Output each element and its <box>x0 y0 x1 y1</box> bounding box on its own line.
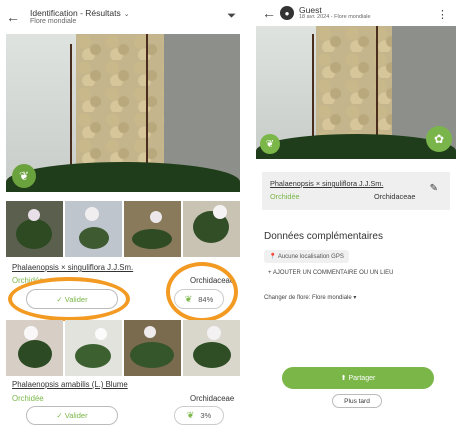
leaf-badge-icon: ❦ <box>260 134 280 154</box>
add-comment-link[interactable]: + AJOUTER UN COMMENTAIRE OU UN LIEU <box>268 270 393 276</box>
thumbnail[interactable] <box>6 320 63 376</box>
back-arrow-icon[interactable]: ← <box>6 9 24 25</box>
flora-subtitle: Flore mondiale <box>30 18 77 25</box>
change-flora-label: Changer de flore: Flore mondiale <box>264 295 352 301</box>
thumbnail[interactable] <box>124 201 181 257</box>
card-family: Orchidaceae <box>374 192 416 201</box>
location-text: Aucune localisation GPS <box>277 254 344 260</box>
observation-screen: ← ● Guest 18 avr. 2024 - Flore mondiale … <box>256 0 456 427</box>
leaf-badge-icon: ❦ <box>12 164 36 188</box>
section-title: Données complémentaires <box>264 231 383 242</box>
share-icon: ⬆ <box>340 375 349 382</box>
result-1-species[interactable]: Phalaenopsis × singuliflora J.J.Sm. <box>12 263 133 272</box>
share-label: Partager <box>348 374 376 382</box>
thumbnail[interactable] <box>6 201 63 257</box>
avatar-icon: ● <box>280 6 294 20</box>
confidence-score: ❦ 3% <box>174 406 224 425</box>
observation-date: 18 avr. 2024 - Flore mondiale <box>299 13 371 20</box>
chevron-down-icon[interactable]: ⌄ <box>124 11 130 18</box>
result-2-species[interactable]: Phalaenopsis amabilis (L.) Blume <box>12 380 128 389</box>
app-bar: ← Identification - Résultats ⌄ Flore mond… <box>0 0 246 34</box>
validate-button[interactable]: ✓ Valider <box>26 406 118 425</box>
thumbnail[interactable] <box>183 201 240 257</box>
app-bar: ← ● Guest 18 avr. 2024 - Flore mondiale … <box>256 0 456 26</box>
leaf-icon: ❦ <box>186 410 195 420</box>
header-titles: Guest 18 avr. 2024 - Flore mondiale <box>299 5 371 21</box>
card-genus: Orchidée <box>270 192 300 201</box>
back-arrow-icon[interactable]: ← <box>262 5 280 21</box>
score-value: 3% <box>200 411 212 420</box>
later-button[interactable]: Plus tard <box>332 394 382 408</box>
highlight-circle <box>166 262 238 322</box>
thumbnail[interactable] <box>65 201 122 257</box>
results-screen: ← Identification - Résultats ⌄ Flore mond… <box>0 0 246 427</box>
identification-card[interactable]: Phalaenopsis × singuliflora J.J.Sm. Orch… <box>262 172 450 210</box>
more-vertical-icon[interactable]: ⋮ <box>437 8 448 21</box>
plant-id-badge-icon[interactable]: ✿ <box>426 126 452 152</box>
chevron-down-icon: ▾ <box>351 295 357 301</box>
card-species[interactable]: Phalaenopsis × singuliflora J.J.Sm. <box>270 179 383 188</box>
result-1-thumbnails <box>6 201 240 257</box>
thumbnail[interactable] <box>183 320 240 376</box>
thumbnail[interactable] <box>65 320 122 376</box>
header-titles: Identification - Résultats ⌄ Flore mondia… <box>30 7 130 26</box>
location-chip[interactable]: 📍 Aucune localisation GPS <box>264 250 349 263</box>
share-button[interactable]: ⬆ Partager <box>282 367 434 389</box>
change-flora-dropdown[interactable]: Changer de flore: Flore mondiale ▾ <box>264 294 356 301</box>
filter-icon[interactable]: ⏷ <box>227 10 236 23</box>
observation-photo: ❦ ✿ <box>256 26 456 159</box>
thumbnail[interactable] <box>124 320 181 376</box>
pencil-icon[interactable]: ✎ <box>430 183 438 194</box>
result-2-genus: Orchidée <box>12 394 44 403</box>
result-2-family: Orchidaceae <box>190 394 235 403</box>
page-title: Identification - Résultats <box>30 7 121 18</box>
query-photo: ❦ <box>6 34 240 192</box>
highlight-circle <box>8 277 130 321</box>
result-2-thumbnails <box>6 320 240 376</box>
